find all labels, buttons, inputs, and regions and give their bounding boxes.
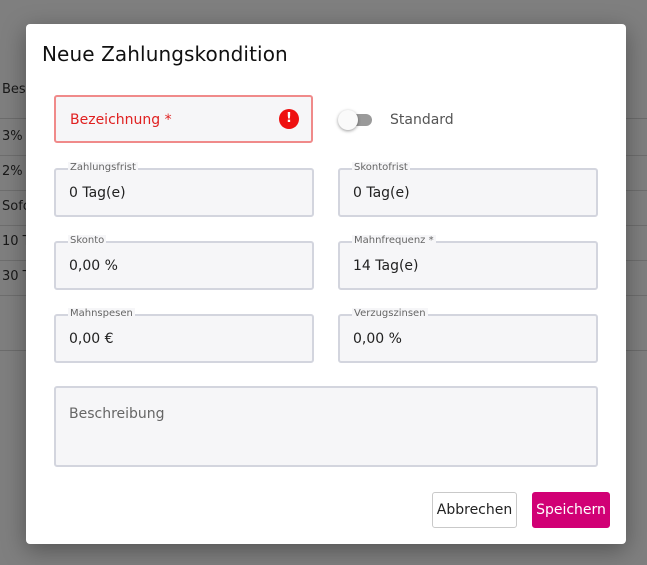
skontofrist-input[interactable]: Skontofrist 0 Tag(e): [338, 162, 598, 217]
skonto-value: 0,00 %: [69, 258, 118, 274]
bezeichnung-input[interactable]: Bezeichnung * !: [54, 95, 313, 143]
beschreibung-textarea[interactable]: Beschreibung: [54, 386, 598, 467]
mahnfrequenz-input[interactable]: Mahnfrequenz * 14 Tag(e): [338, 235, 598, 290]
standard-toggle-label: Standard: [390, 112, 454, 128]
save-button[interactable]: Speichern: [532, 492, 610, 528]
zahlungsfrist-label: Zahlungsfrist: [68, 162, 138, 174]
mahnspesen-input[interactable]: Mahnspesen 0,00 €: [54, 308, 314, 363]
toggle-knob[interactable]: [338, 110, 358, 130]
skontofrist-value: 0 Tag(e): [353, 185, 410, 201]
mahnspesen-label: Mahnspesen: [68, 308, 135, 320]
skonto-label: Skonto: [68, 235, 107, 247]
mahnfrequenz-value: 14 Tag(e): [353, 258, 419, 274]
zahlungsfrist-input[interactable]: Zahlungsfrist 0 Tag(e): [54, 162, 314, 217]
skonto-input[interactable]: Skonto 0,00 %: [54, 235, 314, 290]
cancel-button[interactable]: Abbrechen: [432, 492, 517, 528]
zahlungsfrist-value: 0 Tag(e): [69, 185, 126, 201]
skontofrist-label: Skontofrist: [352, 162, 410, 174]
verzugszinsen-label: Verzugszinsen: [352, 308, 428, 320]
dialog-title: Neue Zahlungskondition: [42, 42, 288, 66]
bezeichnung-placeholder: Bezeichnung *: [70, 112, 172, 128]
error-icon: !: [279, 109, 299, 129]
payment-term-dialog: Neue Zahlungskondition Bezeichnung * ! S…: [26, 24, 626, 544]
verzugszinsen-input[interactable]: Verzugszinsen 0,00 %: [338, 308, 598, 363]
beschreibung-placeholder: Beschreibung: [69, 406, 165, 422]
mahnfrequenz-label: Mahnfrequenz *: [352, 235, 436, 247]
mahnspesen-value: 0,00 €: [69, 331, 114, 347]
standard-toggle[interactable]: [338, 110, 374, 130]
verzugszinsen-value: 0,00 %: [353, 331, 402, 347]
